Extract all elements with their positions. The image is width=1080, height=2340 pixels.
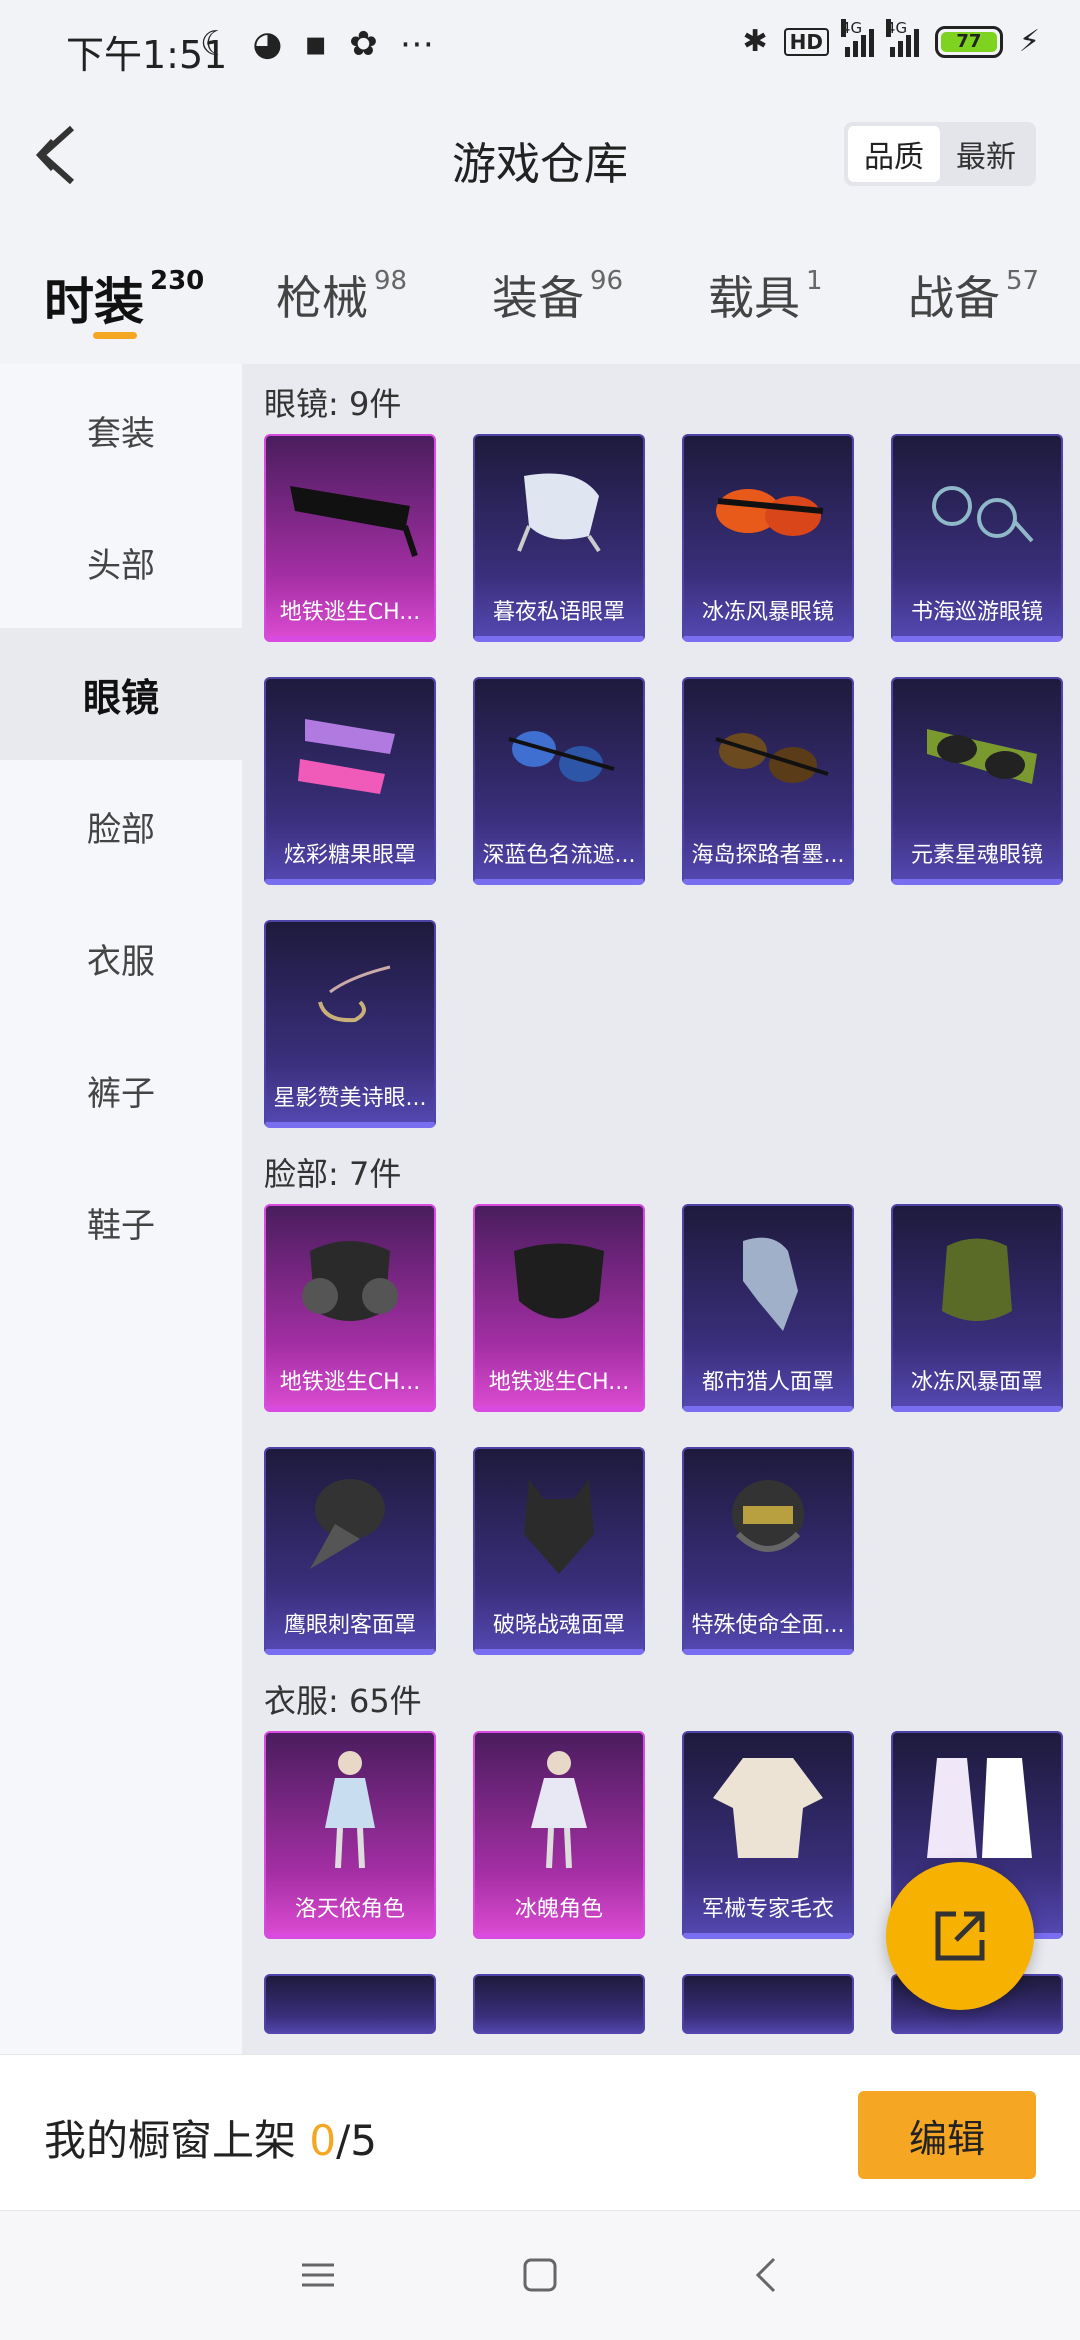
item-card[interactable]: 炫彩糖果眼罩 bbox=[264, 677, 436, 885]
scarf-mask-icon bbox=[942, 1238, 1012, 1321]
wechat-icon: ✿ bbox=[349, 24, 378, 64]
item-card[interactable] bbox=[473, 1974, 645, 2034]
item-card[interactable]: 海岛探路者墨... bbox=[682, 677, 854, 885]
character-outfit-icon bbox=[325, 1751, 375, 1869]
more-icon: ⋯ bbox=[399, 24, 434, 64]
tab-vehicles[interactable]: 载具 1 bbox=[708, 262, 823, 328]
sidebar-item-pants[interactable]: 裤子 bbox=[0, 1024, 242, 1156]
message-icon: ▪ bbox=[304, 24, 328, 64]
bandana-icon bbox=[743, 1237, 798, 1331]
tactical-helmet-icon bbox=[732, 1480, 804, 1552]
sidebar-item-shoes[interactable]: 鞋子 bbox=[0, 1156, 242, 1288]
sidebar-item-set[interactable]: 套装 bbox=[0, 364, 242, 496]
sidebar-item-clothes[interactable]: 衣服 bbox=[0, 892, 242, 1024]
active-tab-indicator bbox=[93, 332, 137, 339]
tab-fashion[interactable]: 时装 230 bbox=[44, 262, 204, 334]
dress-outfit-icon bbox=[927, 1758, 1032, 1858]
item-card[interactable]: 地铁逃生CH... bbox=[264, 1204, 436, 1412]
sidebar: 套装 头部 眼镜 脸部 衣服 裤子 鞋子 bbox=[0, 364, 242, 2054]
wolf-mask-icon bbox=[524, 1479, 594, 1574]
candy-eyemask-icon bbox=[298, 719, 395, 794]
white-eyemask-icon bbox=[517, 473, 601, 553]
sort-quality-button[interactable]: 品质 bbox=[848, 126, 940, 182]
signal-icon: 4G bbox=[885, 18, 919, 57]
gas-mask-icon bbox=[302, 1241, 398, 1321]
tab-weapons[interactable]: 枪械 98 bbox=[276, 262, 407, 328]
wire-eyepiece-icon bbox=[318, 965, 391, 1023]
item-card[interactable] bbox=[264, 1974, 436, 2034]
signal-icon: 4G bbox=[840, 18, 874, 57]
sweater-icon bbox=[713, 1758, 823, 1858]
item-card[interactable]: 冰冻风暴面罩 bbox=[891, 1204, 1063, 1412]
moon-icon: ☾ bbox=[200, 24, 231, 64]
item-card[interactable]: 破晓战魂面罩 bbox=[473, 1447, 645, 1655]
category-tabs: 时装 230 枪械 98 装备 96 载具 1 战备 57 bbox=[0, 218, 1080, 364]
round-glasses-icon bbox=[932, 486, 1034, 543]
section-title: 眼镜: 9件 bbox=[264, 385, 402, 423]
system-nav-bar bbox=[0, 2210, 1080, 2340]
item-card[interactable]: 都市猎人面罩 bbox=[682, 1204, 854, 1412]
section-title: 脸部: 7件 bbox=[264, 1155, 402, 1193]
face-mask-icon bbox=[514, 1243, 604, 1319]
menu-icon[interactable] bbox=[298, 2255, 338, 2295]
tab-gear[interactable]: 战备 57 bbox=[908, 262, 1039, 328]
sidebar-item-face[interactable]: 脸部 bbox=[0, 760, 242, 892]
plague-mask-icon bbox=[310, 1479, 385, 1569]
showcase-status: 我的橱窗上架 0/5 bbox=[44, 2116, 377, 2165]
black-sunglasses-icon bbox=[290, 486, 418, 557]
back-nav-icon[interactable] bbox=[748, 2255, 788, 2295]
showcase-bar: 我的橱窗上架 0/5 编辑 bbox=[0, 2054, 1080, 2210]
item-card[interactable] bbox=[682, 1974, 854, 2034]
item-card[interactable]: 地铁逃生CH... bbox=[473, 1204, 645, 1412]
item-card[interactable]: 特殊使命全面... bbox=[682, 1447, 854, 1655]
home-icon[interactable] bbox=[520, 2255, 560, 2295]
item-card[interactable]: 冰冻风暴眼镜 bbox=[682, 434, 854, 642]
item-card[interactable]: 元素星魂眼镜 bbox=[891, 677, 1063, 885]
globe-icon: ◕ bbox=[252, 24, 283, 64]
item-card[interactable]: 暮夜私语眼罩 bbox=[473, 434, 645, 642]
bluetooth-icon: ✱ bbox=[742, 24, 768, 59]
edit-button[interactable]: 编辑 bbox=[858, 2091, 1036, 2179]
sort-toggle: 品质 最新 bbox=[844, 122, 1036, 186]
blue-sunglasses-icon bbox=[508, 731, 615, 782]
item-card[interactable]: 鹰眼刺客面罩 bbox=[264, 1447, 436, 1655]
item-card[interactable]: 军械专家毛衣 bbox=[682, 1731, 854, 1939]
item-card[interactable]: 地铁逃生CH... bbox=[264, 434, 436, 642]
orange-goggles-icon bbox=[716, 489, 824, 536]
item-card[interactable]: 洛天依角色 bbox=[264, 1731, 436, 1939]
share-fab[interactable] bbox=[886, 1862, 1034, 2010]
sidebar-item-head[interactable]: 头部 bbox=[0, 496, 242, 628]
brown-sunglasses-icon bbox=[715, 733, 829, 783]
character-outfit-icon bbox=[531, 1751, 587, 1869]
item-card[interactable]: 星影赞美诗眼... bbox=[264, 920, 436, 1128]
green-sunglasses-icon bbox=[927, 729, 1037, 784]
item-list: 眼镜: 9件 地铁逃生CH... 暮夜私语眼罩 冰冻风暴眼镜 书海巡游眼镜 炫彩… bbox=[242, 364, 1080, 2054]
battery-icon: 77 bbox=[934, 25, 1003, 58]
section-title: 衣服: 65件 bbox=[264, 1682, 422, 1720]
hd-icon: HD bbox=[783, 27, 829, 56]
charging-icon: ⚡ bbox=[1018, 24, 1040, 59]
tab-equipment[interactable]: 装备 96 bbox=[492, 262, 623, 328]
sort-newest-button[interactable]: 最新 bbox=[940, 126, 1032, 182]
external-link-icon bbox=[935, 1911, 985, 1961]
item-card[interactable]: 书海巡游眼镜 bbox=[891, 434, 1063, 642]
app-header: 游戏仓库 品质 最新 bbox=[0, 92, 1080, 218]
sidebar-item-glasses[interactable]: 眼镜 bbox=[0, 628, 242, 760]
item-card[interactable]: 冰魄角色 bbox=[473, 1731, 645, 1939]
status-bar: 下午1:51 ☾ ◕ ▪ ✿ ⋯ ✱ HD 4G 4G 77 ⚡ bbox=[0, 0, 1080, 92]
item-card[interactable]: 深蓝色名流遮... bbox=[473, 677, 645, 885]
